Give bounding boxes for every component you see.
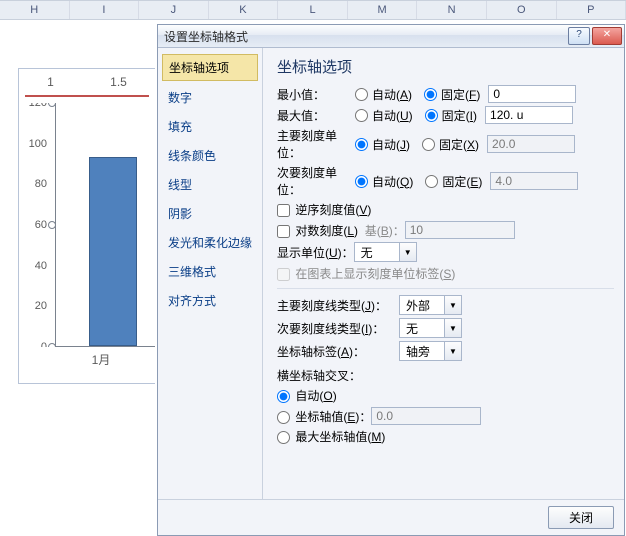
sidebar-item-line-color[interactable]: 线条颜色 (158, 141, 262, 170)
col-header[interactable]: P (557, 1, 626, 19)
format-axis-dialog: 设置坐标轴格式 ? ✕ 坐标轴选项 数字 填充 线条颜色 线型 阴影 发光和柔化… (157, 24, 625, 536)
sidebar-item-glow[interactable]: 发光和柔化边缘 (158, 228, 262, 257)
chart-header-labels: 1 1.5 (19, 75, 155, 89)
x-axis-line (55, 346, 155, 347)
reverse-order-checkbox[interactable]: 逆序刻度值(V) (277, 201, 371, 218)
y-tick: 20 (25, 300, 51, 312)
display-unit-label: 显示单位(U)： (277, 244, 354, 261)
chart-x-axis-label: 1月 (19, 351, 155, 368)
col-header[interactable]: N (417, 1, 487, 19)
major-tick-type-select[interactable]: 外部 ▼ (399, 295, 462, 315)
sidebar-item-number[interactable]: 数字 (158, 83, 262, 112)
major-tick-type-label: 主要刻度线类型(J)： (277, 297, 399, 314)
min-fixed-radio[interactable]: 固定(F) (424, 86, 480, 103)
dialog-footer: 关闭 (158, 499, 624, 535)
axis-selection-handle[interactable] (48, 343, 56, 347)
content-heading: 坐标轴选项 (277, 56, 614, 77)
chevron-down-icon: ▼ (444, 319, 461, 337)
minor-unit-label: 次要刻度单位： (277, 164, 355, 198)
min-value-input[interactable] (488, 85, 576, 103)
cross-value-radio[interactable]: 坐标轴值(E)： (277, 408, 371, 425)
chart-plot-area[interactable]: 120 100 80 60 40 20 0 (25, 103, 155, 347)
cross-max-radio[interactable]: 最大坐标轴值(M) (277, 428, 385, 445)
y-tick: 40 (25, 260, 51, 272)
sidebar-item-align[interactable]: 对齐方式 (158, 286, 262, 315)
minor-unit-fixed-radio[interactable]: 固定(E) (425, 173, 482, 190)
major-unit-input (487, 135, 575, 153)
chart-header-label: 1 (47, 75, 54, 89)
minor-tick-type-select[interactable]: 无 ▼ (399, 318, 462, 338)
col-header[interactable]: L (278, 1, 348, 19)
axis-labels-label: 坐标轴标签(A)： (277, 343, 399, 360)
min-auto-radio[interactable]: 自动(A) (355, 86, 412, 103)
log-scale-checkbox[interactable]: 对数刻度(L) (277, 222, 358, 239)
chart-series-line (25, 95, 149, 97)
cross-auto-radio[interactable]: 自动(O) (277, 387, 337, 404)
cross-heading: 横坐标轴交叉： (277, 367, 361, 384)
major-unit-fixed-radio[interactable]: 固定(X) (422, 136, 479, 153)
close-icon[interactable]: ✕ (592, 27, 622, 45)
max-auto-radio[interactable]: 自动(U) (355, 107, 413, 124)
minor-unit-input (490, 172, 578, 190)
major-unit-label: 主要刻度单位： (277, 127, 355, 161)
cross-value-input (371, 407, 481, 425)
close-button[interactable]: 关闭 (548, 506, 614, 529)
display-unit-select[interactable]: 无 ▼ (354, 242, 417, 262)
sidebar-item-line-style[interactable]: 线型 (158, 170, 262, 199)
major-unit-auto-radio[interactable]: 自动(J) (355, 136, 410, 153)
dialog-title: 设置坐标轴格式 (164, 28, 248, 45)
col-header[interactable]: M (348, 1, 418, 19)
minor-unit-auto-radio[interactable]: 自动(Q) (355, 173, 413, 190)
sidebar-item-shadow[interactable]: 阴影 (158, 199, 262, 228)
min-label: 最小值： (277, 86, 355, 103)
dialog-content: 坐标轴选项 最小值： 自动(A) 固定(F) 最大值： 自动(U) 固定(I) (263, 48, 624, 499)
sidebar-item-fill[interactable]: 填充 (158, 112, 262, 141)
col-header[interactable]: K (209, 1, 279, 19)
axis-selection-handle[interactable] (48, 221, 56, 229)
spreadsheet-column-headers: H I J K L M N O P (0, 0, 626, 20)
base-label: 基(B)： (365, 222, 405, 239)
y-tick: 80 (25, 178, 51, 190)
chart-header-label: 1.5 (110, 75, 127, 89)
chart-y-axis[interactable]: 120 100 80 60 40 20 0 (25, 103, 49, 347)
col-header[interactable]: O (487, 1, 557, 19)
minor-tick-type-label: 次要刻度线类型(I)： (277, 320, 399, 337)
chevron-down-icon: ▼ (399, 243, 416, 261)
col-header[interactable]: H (0, 1, 70, 19)
axis-labels-select[interactable]: 轴旁 ▼ (399, 341, 462, 361)
chevron-down-icon: ▼ (444, 342, 461, 360)
max-value-input[interactable] (485, 106, 573, 124)
dialog-titlebar[interactable]: 设置坐标轴格式 ? ✕ (158, 25, 624, 48)
show-display-unit-checkbox: 在图表上显示刻度单位标签(S) (277, 265, 455, 282)
chevron-down-icon: ▼ (444, 296, 461, 314)
chart-bar[interactable] (89, 157, 137, 346)
chart-panel[interactable]: 1 1.5 120 100 80 60 40 20 0 1月 (18, 68, 155, 384)
dialog-sidebar: 坐标轴选项 数字 填充 线条颜色 线型 阴影 发光和柔化边缘 三维格式 对齐方式 (158, 48, 263, 499)
col-header[interactable]: J (139, 1, 209, 19)
y-tick: 120 (25, 103, 51, 109)
log-base-input (405, 221, 515, 239)
col-header[interactable]: I (70, 1, 140, 19)
help-button[interactable]: ? (568, 27, 590, 45)
y-tick: 100 (25, 138, 51, 150)
max-fixed-radio[interactable]: 固定(I) (425, 107, 477, 124)
max-label: 最大值： (277, 107, 355, 124)
sidebar-item-3d[interactable]: 三维格式 (158, 257, 262, 286)
sidebar-item-axis-options[interactable]: 坐标轴选项 (162, 54, 258, 81)
